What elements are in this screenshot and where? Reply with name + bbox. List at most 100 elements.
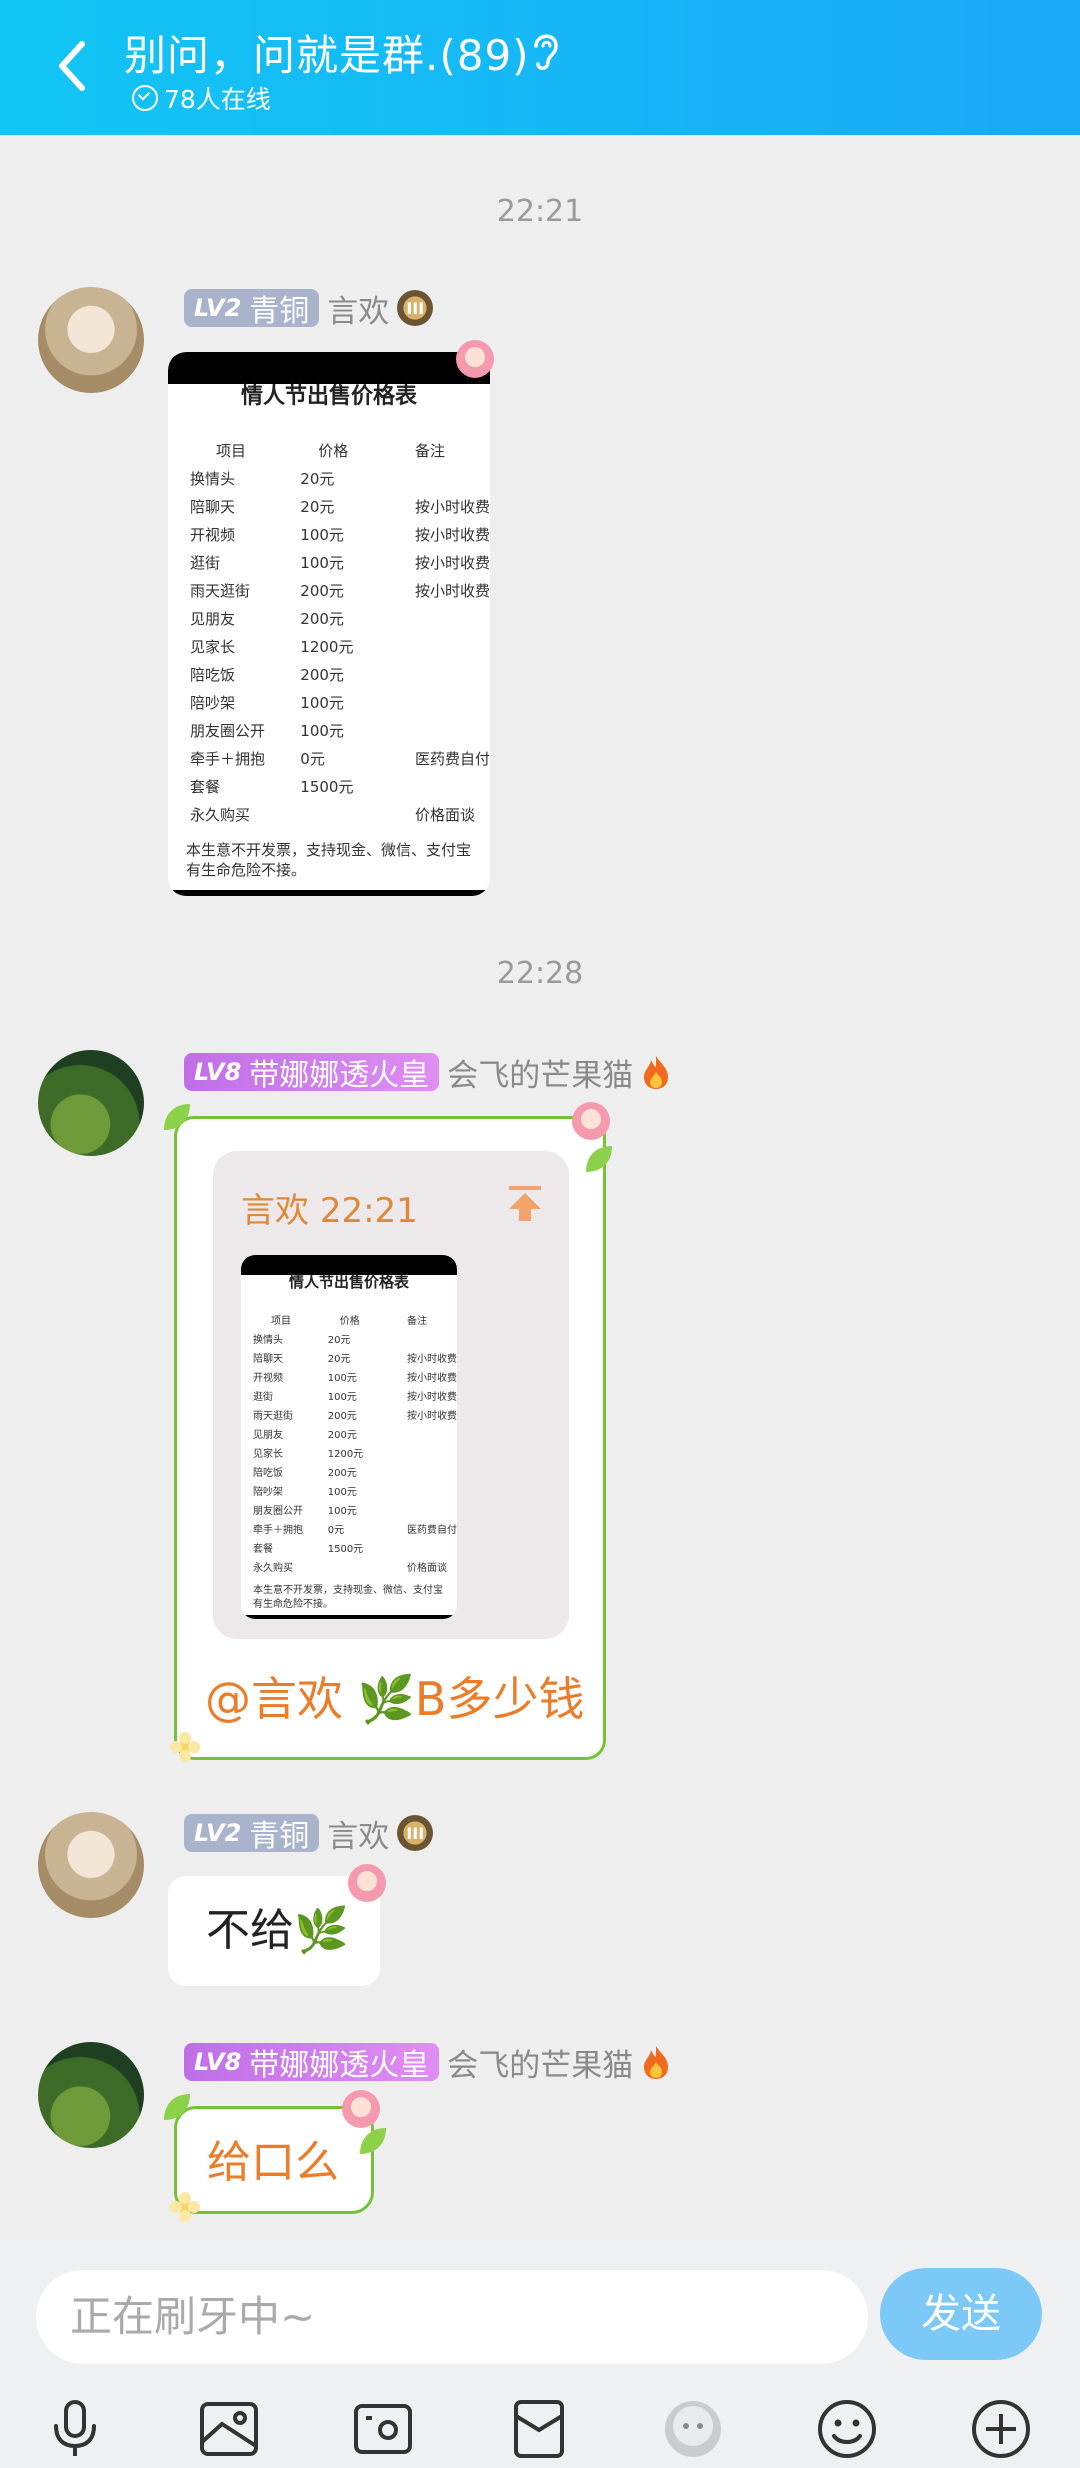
level-badge: LV2 青铜 xyxy=(184,1814,320,1854)
price-row: 套餐 1500元 xyxy=(190,772,490,800)
quote-reply-bubble[interactable]: 言欢 22:21 情人节出售价格表 项目 价格 备注 换情头 20元 陪聊天 20元按… xyxy=(174,1116,606,1760)
price-cell: 200元 xyxy=(327,1411,357,1422)
leaf-icon xyxy=(586,1146,612,1172)
timestamp: 22:21 xyxy=(496,194,584,229)
leaf-icon xyxy=(164,1104,190,1130)
price-cell: 1500元 xyxy=(300,777,354,796)
flower-icon xyxy=(170,2192,200,2222)
price-cell: 20元 xyxy=(300,497,335,516)
group-title[interactable]: 别问，问就是群.(89) xyxy=(124,22,530,83)
price-cell xyxy=(393,1329,457,1348)
price-cell: 陪聊天 xyxy=(190,497,236,516)
quoted-message[interactable]: 言欢 22:21 情人节出售价格表 项目 价格 备注 换情头 20元 陪聊天 20元按… xyxy=(213,1151,569,1639)
price-cell: 牵手＋拥抱 xyxy=(190,749,266,768)
price-row: 换情头 20元 xyxy=(190,464,490,492)
price-rows-small: 换情头 20元 陪聊天 20元 按小时收费 开视频 100元 按小时收费 逛街 100元 按小时收费… xyxy=(253,1329,457,1576)
price-row: 永久购买 价格面谈 xyxy=(253,1557,457,1576)
avatar-emote-icon[interactable] xyxy=(660,2396,726,2462)
price-cell: 按小时收费 xyxy=(407,1373,457,1384)
sender-name[interactable]: 会飞的芒果猫 xyxy=(447,1050,633,1095)
price-row: 逛街 100元 按小时收费 xyxy=(253,1386,457,1405)
price-cell xyxy=(328,1557,393,1576)
message-text[interactable]: @言欢 🌿B多少钱 xyxy=(205,1663,584,1729)
message-bubble[interactable]: 给口么 xyxy=(174,2106,374,2214)
price-cell: 陪聊天 xyxy=(253,1354,283,1365)
price-table-small: 项目 价格 备注 换情头 20元 陪聊天 20元 按小时收费 开视频 100元 按小时收费 逛街… xyxy=(253,1316,457,1576)
quoted-sender: 言欢 22:21 xyxy=(241,1191,418,1231)
camera-icon[interactable] xyxy=(350,2396,416,2462)
avatar[interactable] xyxy=(38,287,144,393)
price-cell: 开视频 xyxy=(253,1373,283,1384)
message-input[interactable]: 正在刷牙中~ xyxy=(36,2270,868,2364)
price-row: 开视频 100元 按小时收费 xyxy=(190,520,490,548)
price-row: 永久购买 价格面谈 xyxy=(190,800,490,828)
price-cell: 100元 xyxy=(327,1506,357,1517)
sender-name[interactable]: 言欢 xyxy=(327,1811,389,1856)
price-table: 项目 价格 备注 换情头 20元 陪聊天 20元 按小时收费 开视频 100元 按小时收费 逛街… xyxy=(190,436,490,828)
price-row: 牵手＋拥抱 0元 医药费自付 xyxy=(190,744,490,772)
price-cell: 价格面谈 xyxy=(414,805,475,824)
sender-line: LV2 青铜 言欢 III xyxy=(184,1811,434,1856)
price-cell: 开视频 xyxy=(190,525,236,544)
microphone-icon[interactable] xyxy=(42,2396,108,2462)
price-cell: 按小时收费 xyxy=(414,525,490,544)
price-row: 陪吃饭 200元 xyxy=(253,1462,457,1481)
price-cell: 陪吃饭 xyxy=(190,665,236,684)
price-cell xyxy=(300,800,393,828)
sender-line: LV2 青铜 言欢 III xyxy=(184,286,434,331)
ear-icon[interactable] xyxy=(528,28,562,74)
price-cell: 0元 xyxy=(327,1525,345,1536)
price-cell xyxy=(393,688,490,716)
emoji-icon[interactable] xyxy=(814,2396,880,2462)
avatar[interactable] xyxy=(38,2042,144,2148)
price-cell: 套餐 xyxy=(253,1544,273,1555)
jump-to-original-icon[interactable] xyxy=(505,1183,545,1223)
price-cell: 雨天逛街 xyxy=(253,1411,293,1422)
avatar[interactable] xyxy=(38,1812,144,1918)
send-button[interactable]: 发送 xyxy=(880,2268,1042,2360)
leaf-icon xyxy=(360,2128,386,2154)
red-packet-icon[interactable] xyxy=(506,2396,572,2462)
price-cell: 朋友圈公开 xyxy=(190,721,266,740)
timestamp: 22:28 xyxy=(496,956,584,991)
avatar[interactable] xyxy=(38,1050,144,1156)
price-cell: 按小时收费 xyxy=(414,581,490,600)
online-count[interactable]: 78人在线 xyxy=(132,80,271,116)
price-cell: 按小时收费 xyxy=(407,1354,457,1365)
price-cell: 换情头 xyxy=(253,1335,283,1346)
price-cell xyxy=(393,464,490,492)
price-cell: 见家长 xyxy=(190,637,236,656)
online-text: 78人在线 xyxy=(164,85,271,114)
message-bubble[interactable]: 不给🌿 xyxy=(168,1876,380,1986)
quoted-image[interactable]: 情人节出售价格表 项目 价格 备注 换情头 20元 陪聊天 20元 按小时收费 开视频 10… xyxy=(241,1255,457,1619)
flower-icon xyxy=(170,1732,200,1762)
price-row: 陪聊天 20元 按小时收费 xyxy=(190,492,490,520)
back-icon[interactable] xyxy=(52,36,92,96)
price-cell: 100元 xyxy=(300,721,344,740)
price-cell: 牵手＋拥抱 xyxy=(253,1525,303,1536)
price-cell: 100元 xyxy=(327,1373,357,1384)
price-cell: 价格面谈 xyxy=(407,1563,447,1574)
price-cell: 见朋友 xyxy=(253,1430,283,1441)
price-cell: 20元 xyxy=(327,1354,351,1365)
image-message[interactable]: 情人节出售价格表 项目 价格 备注 换情头 20元 陪聊天 20元 按小时收费 开视频 10… xyxy=(168,352,490,896)
price-cell xyxy=(393,772,490,800)
sender-name[interactable]: 会飞的芒果猫 xyxy=(447,2040,633,2085)
sender-name[interactable]: 言欢 xyxy=(327,286,389,331)
plus-icon[interactable] xyxy=(968,2396,1034,2462)
price-cell: 永久购买 xyxy=(253,1563,293,1574)
price-rows: 换情头 20元 陪聊天 20元 按小时收费 开视频 100元 按小时收费 逛街 100元 按小时收费… xyxy=(190,464,490,828)
price-row: 朋友圈公开 100元 xyxy=(190,716,490,744)
level-badge: LV8 带娜娜透火皇 xyxy=(184,2043,440,2083)
price-cell: 200元 xyxy=(300,609,344,628)
price-cell xyxy=(393,716,490,744)
price-cell: 100元 xyxy=(327,1487,357,1498)
price-cell: 按小时收费 xyxy=(407,1392,457,1403)
input-bar: 正在刷牙中~ 发送 xyxy=(0,2240,1080,2468)
price-cell xyxy=(393,1462,457,1481)
rank-badge: III xyxy=(397,290,434,326)
price-cell: 20元 xyxy=(327,1335,351,1346)
input-toolbar xyxy=(0,2388,1080,2468)
image-icon[interactable] xyxy=(196,2396,262,2462)
price-cell: 20元 xyxy=(300,469,335,488)
